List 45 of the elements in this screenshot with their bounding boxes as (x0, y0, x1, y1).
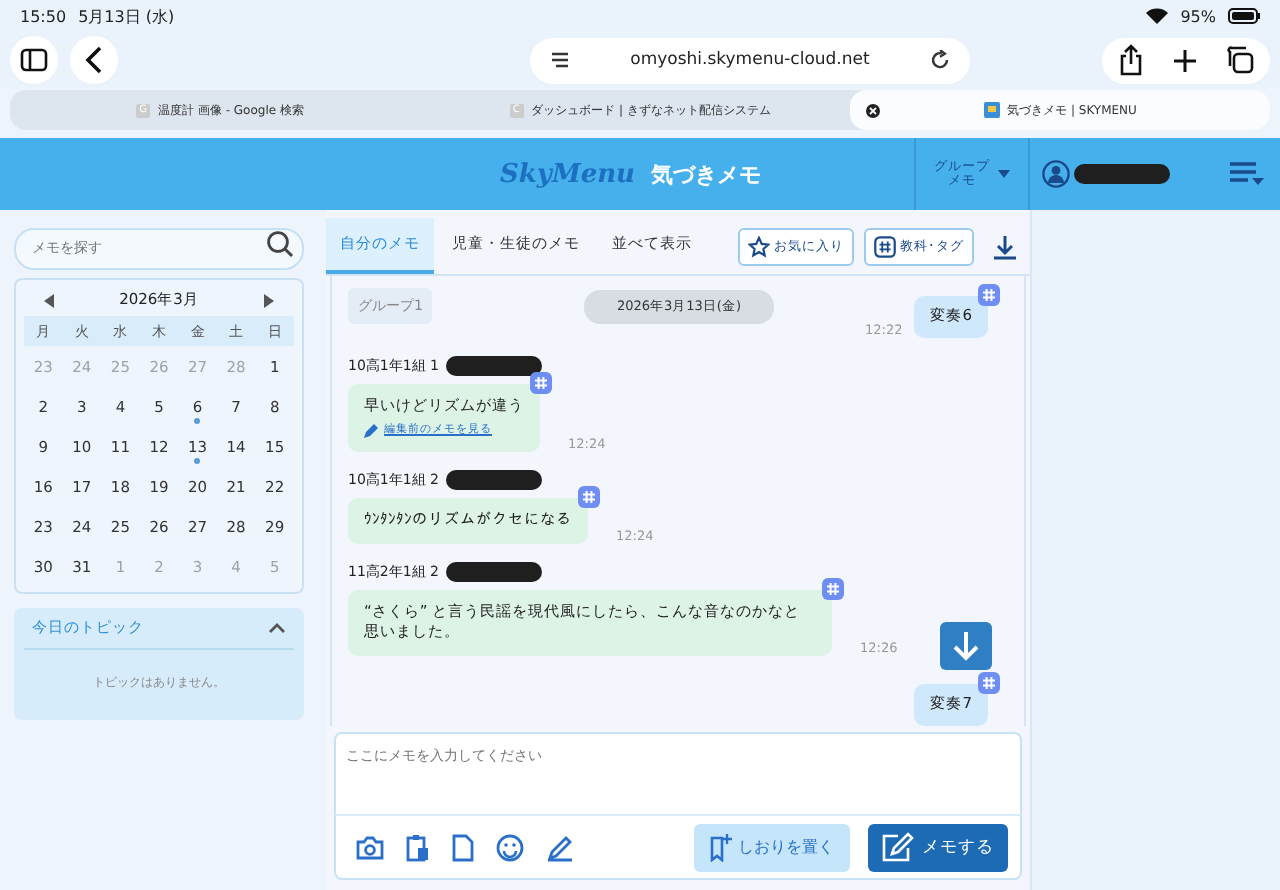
address-bar[interactable]: omyoshi.skymenu-cloud.net (530, 37, 970, 83)
menu-icon[interactable] (1230, 162, 1264, 186)
scroll-down-button[interactable] (940, 622, 992, 670)
pencil-icon (364, 424, 378, 439)
collapse-chevron-icon[interactable] (268, 622, 286, 634)
logo: SkyMenu (500, 159, 636, 189)
download-icon[interactable] (992, 233, 1018, 259)
back-button[interactable] (70, 36, 118, 84)
battery-icon (1228, 8, 1260, 24)
page-menu-icon[interactable] (550, 50, 570, 70)
tag-icon[interactable] (530, 371, 552, 394)
sidebar-icon (20, 48, 48, 72)
smiley-icon[interactable] (496, 833, 524, 861)
submit-memo-button[interactable]: メモする (868, 823, 1008, 871)
reload-icon[interactable] (930, 50, 950, 70)
sidebar-toggle-button[interactable] (10, 36, 58, 84)
status-date: 5月13日 (水) (78, 5, 175, 27)
bookmark-button[interactable]: しおりを置く (694, 823, 850, 871)
share-icon[interactable] (1118, 44, 1144, 76)
hash-icon (874, 235, 896, 257)
clipboard-icon[interactable] (406, 833, 430, 861)
redaction-bar (445, 561, 541, 582)
plus-icon[interactable] (1172, 47, 1198, 73)
document-icon[interactable] (452, 833, 474, 861)
battery-percent: 95% (1180, 7, 1216, 25)
arrow-down-icon (952, 630, 980, 662)
chevron-left-icon (84, 46, 104, 74)
pen-icon[interactable] (546, 833, 574, 861)
star-icon (748, 235, 770, 257)
favicon-icon (983, 102, 1000, 118)
search-icon[interactable] (266, 230, 294, 258)
camera-icon[interactable] (356, 834, 384, 860)
redaction-bar (445, 355, 541, 376)
edit-icon (882, 832, 914, 862)
bookmark-plus-icon (710, 833, 732, 861)
redaction-bar (445, 469, 541, 490)
next-month-icon[interactable] (261, 293, 274, 307)
user-avatar-icon[interactable] (1042, 160, 1070, 188)
tabs-icon[interactable] (1226, 46, 1254, 74)
app-title: 気づきメモ (651, 159, 762, 189)
wifi-icon (1146, 8, 1169, 24)
previous-month-icon[interactable] (44, 293, 56, 307)
close-icon[interactable] (866, 103, 880, 117)
status-time: 15:50 (20, 7, 67, 25)
redaction-bar (1074, 164, 1170, 184)
